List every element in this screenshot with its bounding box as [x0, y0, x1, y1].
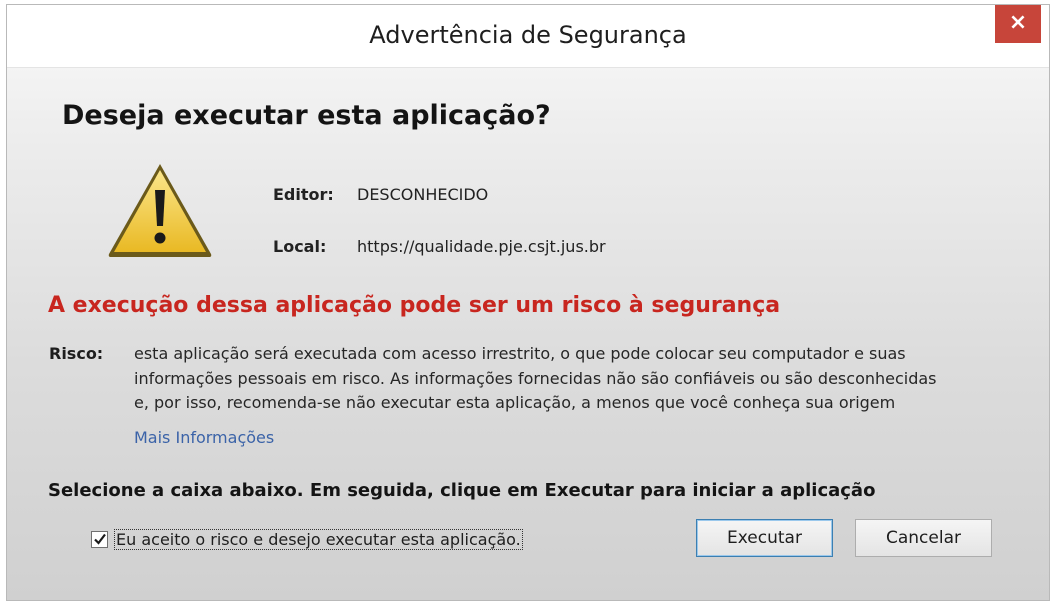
location-row: Local: https://qualidade.pje.csjt.jus.br — [273, 237, 606, 256]
publisher-row: Editor: DESCONHECIDO — [273, 185, 488, 204]
accept-risk-control[interactable]: Eu aceito o risco e desejo executar esta… — [91, 529, 523, 550]
risk-label: Risco: — [49, 344, 104, 363]
title-bar: Advertência de Segurança × — [7, 5, 1049, 68]
checkmark-icon — [94, 533, 106, 545]
more-info-link[interactable]: Mais Informações — [134, 428, 274, 447]
accept-risk-checkbox[interactable] — [91, 531, 108, 548]
close-button[interactable]: × — [995, 5, 1041, 43]
window-title: Advertência de Segurança — [369, 21, 687, 49]
location-value: https://qualidade.pje.csjt.jus.br — [357, 237, 606, 256]
location-label: Local: — [273, 237, 327, 256]
run-button[interactable]: Executar — [696, 519, 833, 557]
dialog-heading: Deseja executar esta aplicação? — [62, 100, 551, 131]
risk-description: esta aplicação será executada com acesso… — [134, 344, 937, 412]
accept-risk-label[interactable]: Eu aceito o risco e desejo executar esta… — [114, 529, 523, 550]
publisher-label: Editor: — [273, 185, 334, 204]
instruction-text: Selecione a caixa abaixo. Em seguida, cl… — [48, 480, 876, 501]
risk-heading: A execução dessa aplicação pode ser um r… — [48, 293, 781, 318]
cancel-button[interactable]: Cancelar — [855, 519, 992, 557]
security-warning-dialog: Advertência de Segurança × Deseja execut… — [6, 4, 1050, 601]
publisher-value: DESCONHECIDO — [357, 185, 489, 204]
warning-triangle-icon — [108, 164, 212, 257]
